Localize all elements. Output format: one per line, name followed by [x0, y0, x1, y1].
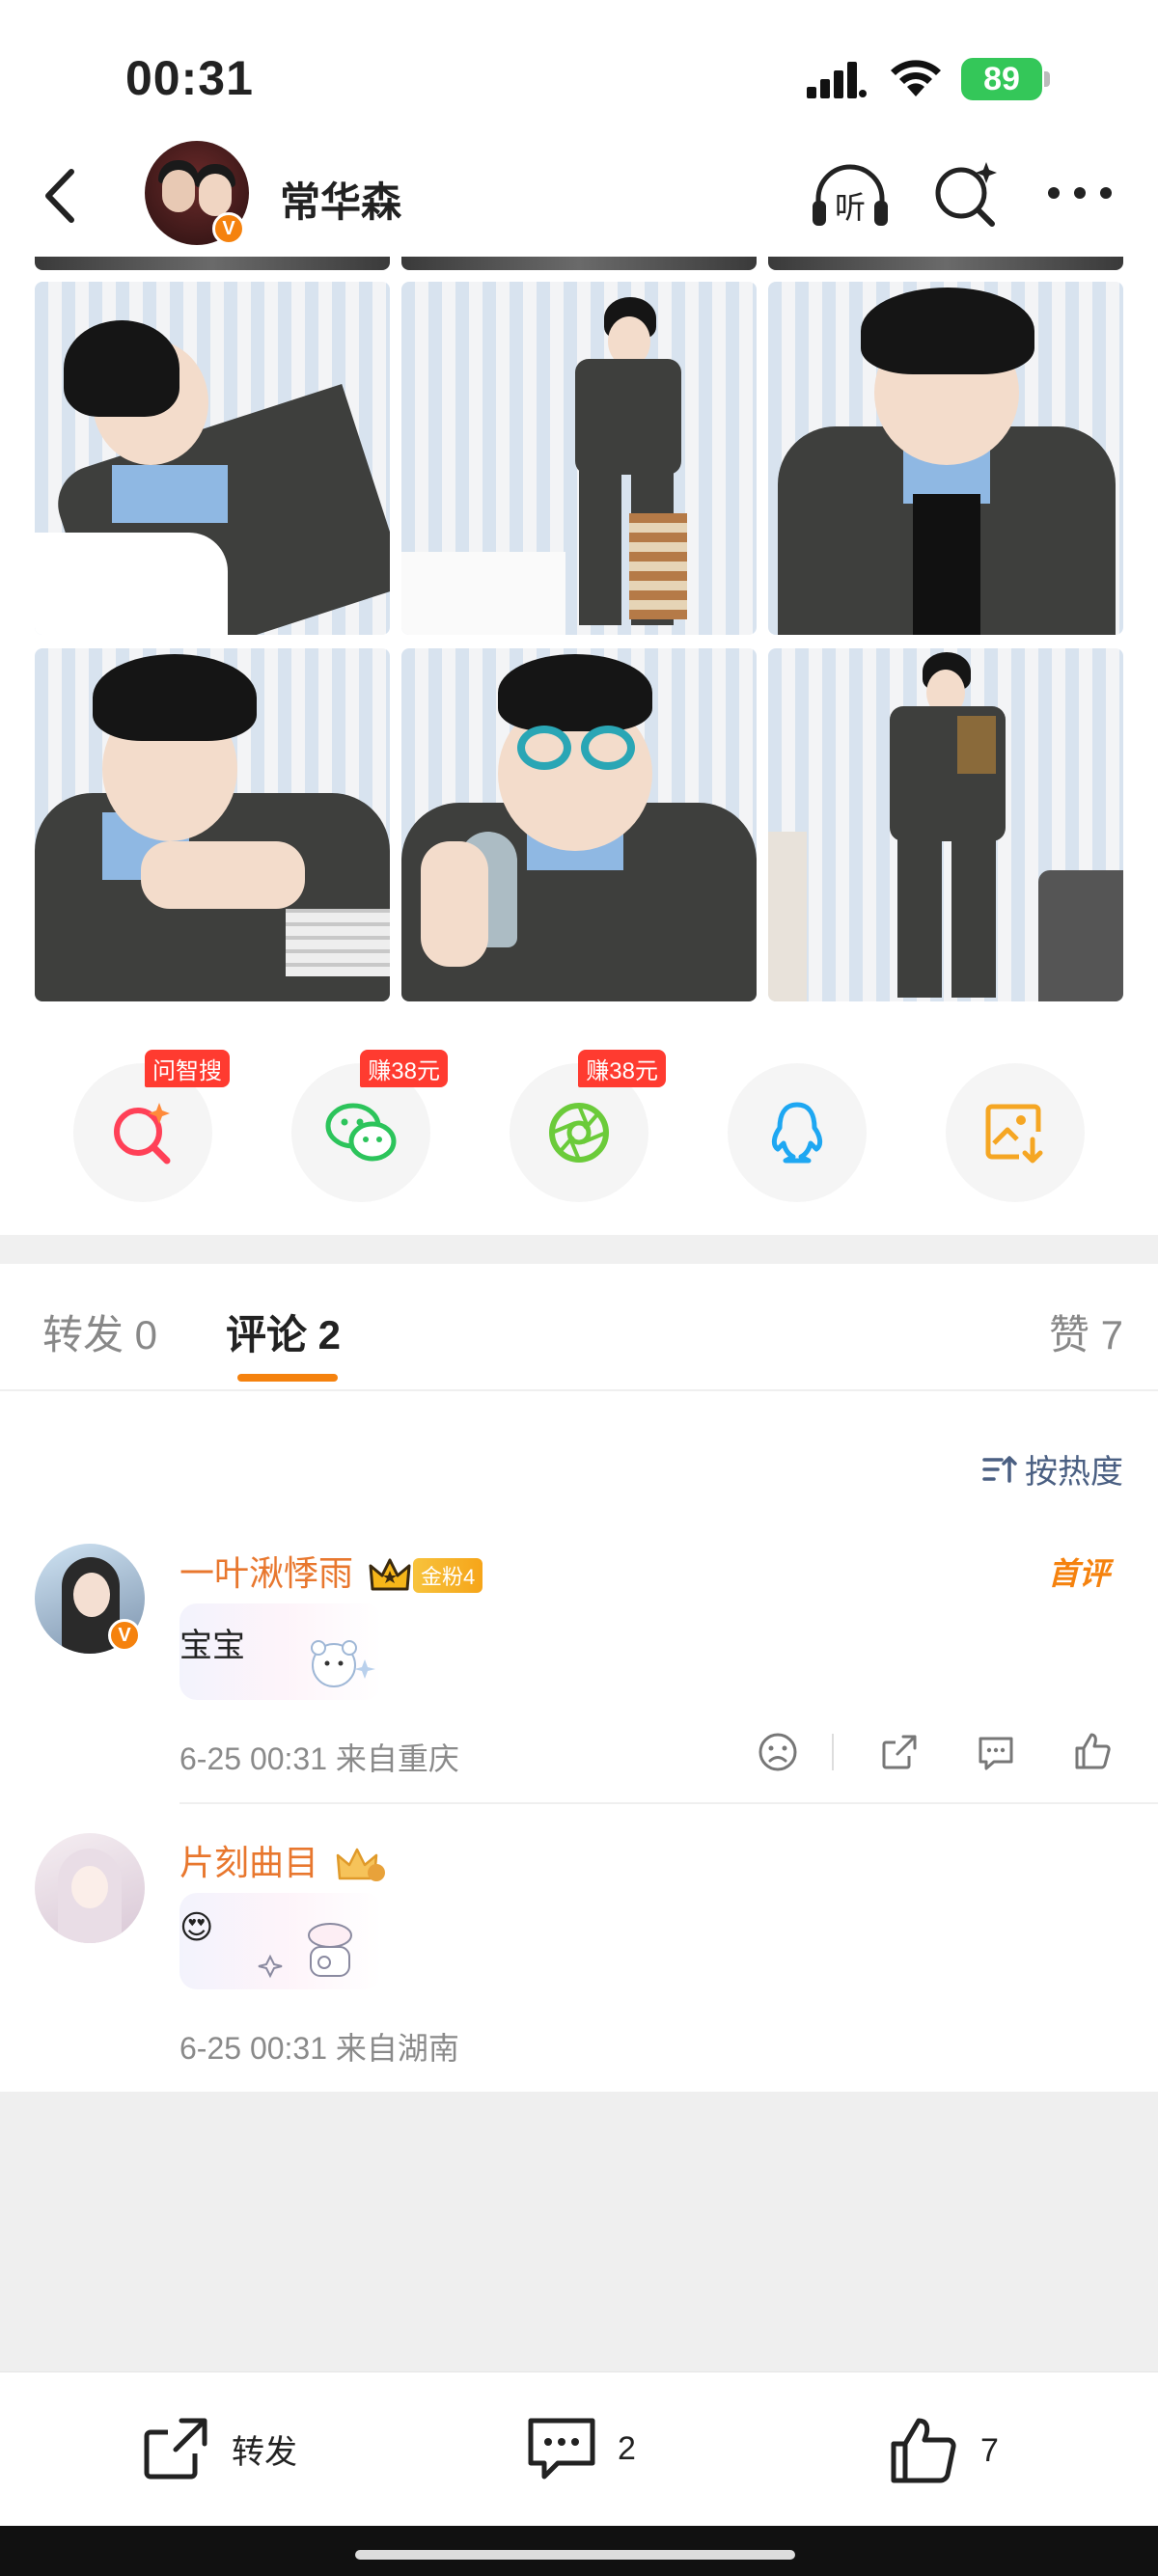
commenter-name[interactable]: 片刻曲目	[179, 1835, 388, 1886]
battery-tip	[1044, 71, 1050, 87]
section-divider	[0, 1235, 1158, 1264]
post-photo[interactable]	[401, 282, 757, 635]
moments-icon	[549, 1103, 609, 1163]
first-comment-tag: 首评	[1047, 1556, 1110, 1591]
sort-icon	[982, 1455, 1017, 1483]
repost-button[interactable]: 转发	[141, 2415, 297, 2482]
feed-tabs: 转发 0 评论 2 赞 7	[0, 1264, 1158, 1391]
commenter-name[interactable]: 一叶湫悸雨 金粉4	[179, 1546, 483, 1596]
share-tag: 赚38元	[360, 1050, 448, 1087]
comment-bubble-icon	[979, 1737, 1013, 1770]
post-photo[interactable]	[35, 282, 390, 635]
photo-strip	[35, 257, 390, 270]
like-comment-button[interactable]	[1062, 1723, 1123, 1781]
tab-comments[interactable]: 评论 2	[226, 1302, 341, 1361]
share-arrow-icon	[882, 1735, 917, 1769]
listen-headphones-icon[interactable]: 听	[809, 160, 892, 230]
home-indicator-bar[interactable]	[355, 2550, 795, 2560]
repost-icon	[144, 2418, 207, 2480]
like-button[interactable]: 7	[888, 2415, 999, 2486]
tab-repost[interactable]: 转发 0	[42, 1302, 157, 1361]
comment-count: 2	[618, 2429, 636, 2467]
sort-label: 按热度	[1025, 1454, 1123, 1491]
author-name[interactable]: 常华森	[280, 170, 401, 229]
ai-search-icon	[114, 1103, 171, 1165]
photo-strip	[401, 257, 757, 270]
qq-share-button[interactable]	[728, 1063, 867, 1202]
wifi-icon	[891, 60, 941, 96]
empty-feed-area	[0, 2092, 1158, 2371]
share-comment-button[interactable]	[868, 1723, 930, 1781]
fan-level-badge: 金粉4	[413, 1558, 483, 1594]
tab-likes[interactable]: 赞 7	[1049, 1302, 1123, 1361]
post-photo[interactable]	[401, 648, 757, 1001]
share-tag: 问智搜	[145, 1050, 230, 1087]
comment-button[interactable]: 2	[525, 2415, 636, 2482]
photo-strip	[768, 257, 1123, 270]
ai-search-icon[interactable]	[932, 158, 1000, 228]
frown-face-icon	[758, 1733, 797, 1771]
wechat-share-button[interactable]: 赚38元	[291, 1050, 448, 1202]
wechat-icon	[325, 1103, 397, 1162]
thumbs-up-icon	[891, 2418, 956, 2483]
battery-indicator: 89	[961, 58, 1042, 100]
save-image-share-button[interactable]	[946, 1063, 1085, 1202]
cellular-signal-icon	[807, 62, 867, 98]
status-bar: 00:31 89	[0, 0, 1158, 135]
share-row: 问智搜 赚38元 赚38元	[0, 1048, 1158, 1212]
like-count: 7	[980, 2431, 999, 2469]
back-arrow-icon[interactable]	[33, 162, 91, 230]
comment-icon	[528, 2418, 595, 2480]
repost-label: 转发	[232, 2433, 297, 2471]
dislike-button[interactable]	[747, 1723, 809, 1781]
commenter-avatar[interactable]	[35, 1833, 145, 1943]
comment-meta: 6-25 00:31 来自湖南	[179, 2031, 459, 2066]
ai-search-share-button[interactable]: 问智搜	[73, 1050, 230, 1202]
verified-badge-icon: V	[212, 212, 245, 245]
robot-sticker-icon	[258, 1923, 352, 1979]
verified-badge-icon: V	[108, 1619, 141, 1652]
post-photo[interactable]	[768, 648, 1123, 1001]
tab-active-indicator	[237, 1374, 338, 1382]
status-time: 00:31	[125, 51, 254, 105]
reply-comment-button[interactable]	[965, 1723, 1027, 1781]
comment-divider	[179, 1802, 1158, 1804]
comment-actions	[712, 1723, 1123, 1781]
bottom-toolbar: 转发 2 7	[0, 2371, 1158, 2526]
thumbs-up-icon	[1075, 1733, 1111, 1769]
svg-text:听: 听	[835, 189, 866, 226]
comment-text: 宝宝	[179, 1628, 245, 1664]
comment-meta: 6-25 00:31 来自重庆	[179, 1741, 459, 1776]
post-photo[interactable]	[768, 282, 1123, 635]
top-nav: V 常华森 听	[0, 135, 1158, 257]
bear-sticker-icon	[311, 1640, 375, 1687]
crown-icon	[369, 1558, 411, 1591]
qq-penguin-icon	[771, 1102, 823, 1164]
action-separator	[832, 1734, 834, 1770]
comment-text: 😍	[179, 1909, 214, 1946]
crown-badge-icon	[336, 1849, 386, 1882]
moments-share-button[interactable]: 赚38元	[510, 1050, 666, 1202]
sort-by-hot-button[interactable]: 按热度	[982, 1445, 1123, 1493]
share-tag: 赚38元	[578, 1050, 666, 1087]
post-photo[interactable]	[35, 648, 390, 1001]
save-image-icon	[985, 1104, 1043, 1164]
more-options-icon[interactable]	[1046, 183, 1114, 203]
